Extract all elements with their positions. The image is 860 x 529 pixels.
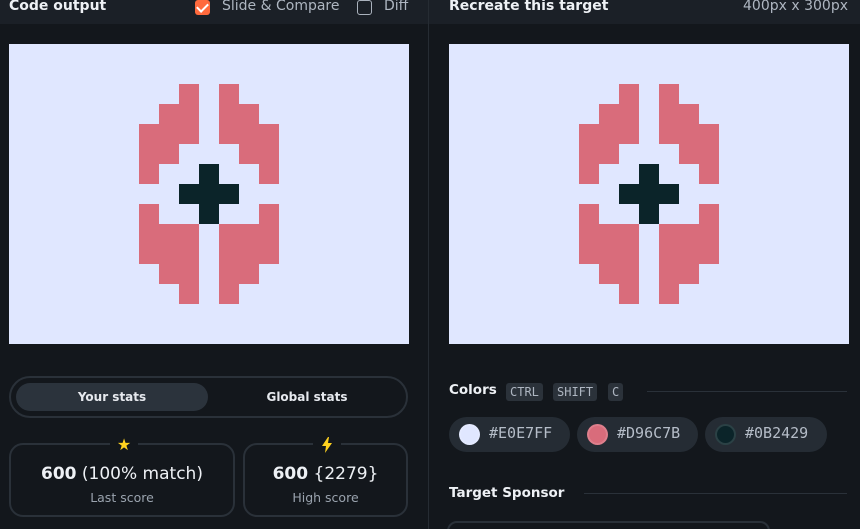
target-header: Recreate this target 400px x 300px bbox=[429, 0, 860, 24]
color-hex-1: #E0E7FF bbox=[489, 424, 553, 442]
diff-label[interactable]: Diff bbox=[384, 0, 408, 14]
code-output-canvas[interactable] bbox=[9, 44, 409, 344]
target-title: Recreate this target bbox=[449, 0, 609, 14]
high-score-value: 600 {2279} bbox=[272, 464, 379, 484]
target-canvas bbox=[449, 44, 849, 344]
shortcut-key-c: C bbox=[608, 383, 624, 401]
high-score-card: 600 {2279} High score bbox=[243, 435, 408, 517]
code-output-header: Code output Slide & Compare Diff bbox=[0, 0, 428, 24]
colors-title: Colors bbox=[449, 382, 497, 398]
slide-compare-label[interactable]: Slide & Compare bbox=[222, 0, 340, 14]
code-output-panel: Code output Slide & Compare Diff Your st… bbox=[0, 0, 428, 529]
slide-compare-checkbox[interactable] bbox=[195, 0, 210, 15]
color-swatch-1[interactable]: #E0E7FF bbox=[449, 417, 570, 452]
bolt-icon bbox=[313, 435, 341, 455]
shortcut-key-ctrl: CTRL bbox=[506, 383, 543, 401]
last-score-label: Last score bbox=[90, 490, 154, 505]
color-dot-2 bbox=[587, 424, 608, 445]
tab-global-stats[interactable]: Global stats bbox=[211, 383, 403, 411]
code-output-title: Code output bbox=[9, 0, 107, 14]
color-dot-3 bbox=[715, 424, 736, 445]
last-score-value: 600 (100% match) bbox=[41, 464, 203, 484]
target-sponsor-box[interactable] bbox=[447, 521, 770, 529]
diff-checkbox[interactable] bbox=[357, 0, 372, 15]
output-shield-art bbox=[139, 84, 279, 304]
target-panel: Recreate this target 400px x 300px Color… bbox=[429, 0, 860, 529]
star-icon: ★ bbox=[110, 435, 138, 455]
last-score-card: ★ 600 (100% match) Last score bbox=[9, 435, 235, 517]
color-hex-2: #D96C7B bbox=[617, 424, 681, 442]
high-score-label: High score bbox=[292, 490, 359, 505]
target-shield-art bbox=[579, 84, 719, 304]
color-swatch-2[interactable]: #D96C7B bbox=[577, 417, 698, 452]
color-dot-1 bbox=[459, 424, 480, 445]
target-dimensions: 400px x 300px bbox=[743, 0, 848, 14]
sponsor-divider bbox=[584, 493, 847, 494]
tab-your-stats[interactable]: Your stats bbox=[16, 383, 208, 411]
color-hex-3: #0B2429 bbox=[745, 424, 809, 442]
colors-divider bbox=[647, 391, 847, 392]
stats-tabs: Your stats Global stats bbox=[9, 376, 408, 418]
shortcut-key-shift: SHIFT bbox=[553, 383, 598, 401]
target-sponsor-title: Target Sponsor bbox=[449, 485, 565, 501]
color-swatch-3[interactable]: #0B2429 bbox=[705, 417, 827, 452]
